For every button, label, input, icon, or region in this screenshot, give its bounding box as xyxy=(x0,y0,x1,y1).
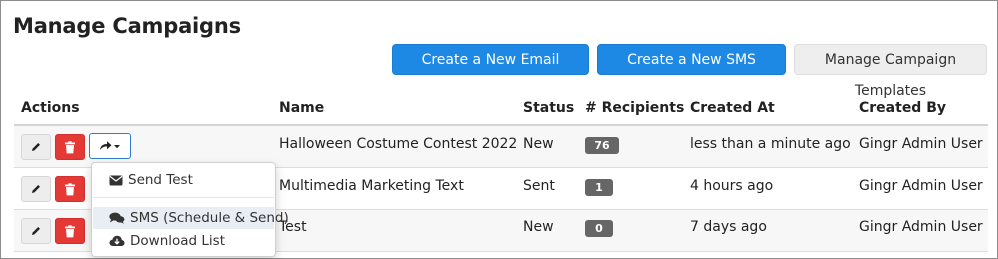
pencil-icon xyxy=(32,227,40,235)
send-test-menu-item[interactable]: Send Test xyxy=(93,169,274,191)
header-status[interactable]: Status xyxy=(523,100,574,116)
recipients-badge: 1 xyxy=(585,179,613,196)
download-list-menu-item[interactable]: Download List xyxy=(93,230,274,252)
share-dropdown-menu: Send Test SMS (Schedule & Send) Download… xyxy=(91,162,289,257)
created-at: 7 days ago xyxy=(690,219,767,235)
table-row: Halloween Costume Contest 2022 New 76 le… xyxy=(14,126,988,167)
manage-templates-button[interactable]: Manage Campaign Templates xyxy=(794,44,987,99)
create-sms-campaign-button[interactable]: Create a New SMS Campaign xyxy=(597,44,786,99)
created-by: Gingr Admin User xyxy=(859,136,983,152)
header-created-by[interactable]: Created By xyxy=(859,100,946,116)
create-email-campaign-button[interactable]: Create a New Email Campaign xyxy=(392,44,589,99)
trash-icon xyxy=(65,224,75,237)
campaign-status: Sent xyxy=(523,178,555,194)
page-title: Manage Campaigns xyxy=(13,14,241,38)
created-at: 4 hours ago xyxy=(690,178,774,194)
trash-icon xyxy=(65,182,75,195)
delete-button[interactable] xyxy=(55,218,85,244)
pencil-icon xyxy=(32,143,40,151)
campaign-name: Halloween Costume Contest 2022 xyxy=(279,136,518,152)
header-recipients[interactable]: # Recipients xyxy=(585,100,684,116)
share-dropdown-button[interactable] xyxy=(89,133,131,159)
pencil-icon xyxy=(32,185,40,193)
download-list-label: Download List xyxy=(130,233,225,249)
delete-button[interactable] xyxy=(55,134,85,160)
header-actions: Actions xyxy=(21,100,80,116)
campaign-name: Multimedia Marketing Text xyxy=(279,178,464,194)
sms-schedule-send-menu-item[interactable]: SMS (Schedule & Send) xyxy=(93,207,289,229)
created-by: Gingr Admin User xyxy=(859,219,983,235)
header-created-at[interactable]: Created At xyxy=(690,100,775,116)
created-by: Gingr Admin User xyxy=(859,178,983,194)
delete-button[interactable] xyxy=(55,176,85,202)
header-name[interactable]: Name xyxy=(279,100,324,116)
campaign-status: New xyxy=(523,219,554,235)
envelope-icon xyxy=(109,175,123,185)
menu-divider xyxy=(93,197,274,198)
trash-icon xyxy=(65,140,75,153)
edit-button[interactable] xyxy=(21,218,51,244)
recipients-badge: 0 xyxy=(585,220,613,237)
campaign-status: New xyxy=(523,136,554,152)
edit-button[interactable] xyxy=(21,134,51,160)
created-at: less than a minute ago xyxy=(690,136,851,152)
recipients-badge: 76 xyxy=(585,137,619,154)
share-caret-icon xyxy=(100,141,120,150)
comments-icon xyxy=(109,212,125,224)
sms-schedule-send-label: SMS (Schedule & Send) xyxy=(130,210,289,226)
send-test-label: Send Test xyxy=(128,172,193,188)
cloud-download-icon xyxy=(109,235,125,246)
edit-button[interactable] xyxy=(21,176,51,202)
